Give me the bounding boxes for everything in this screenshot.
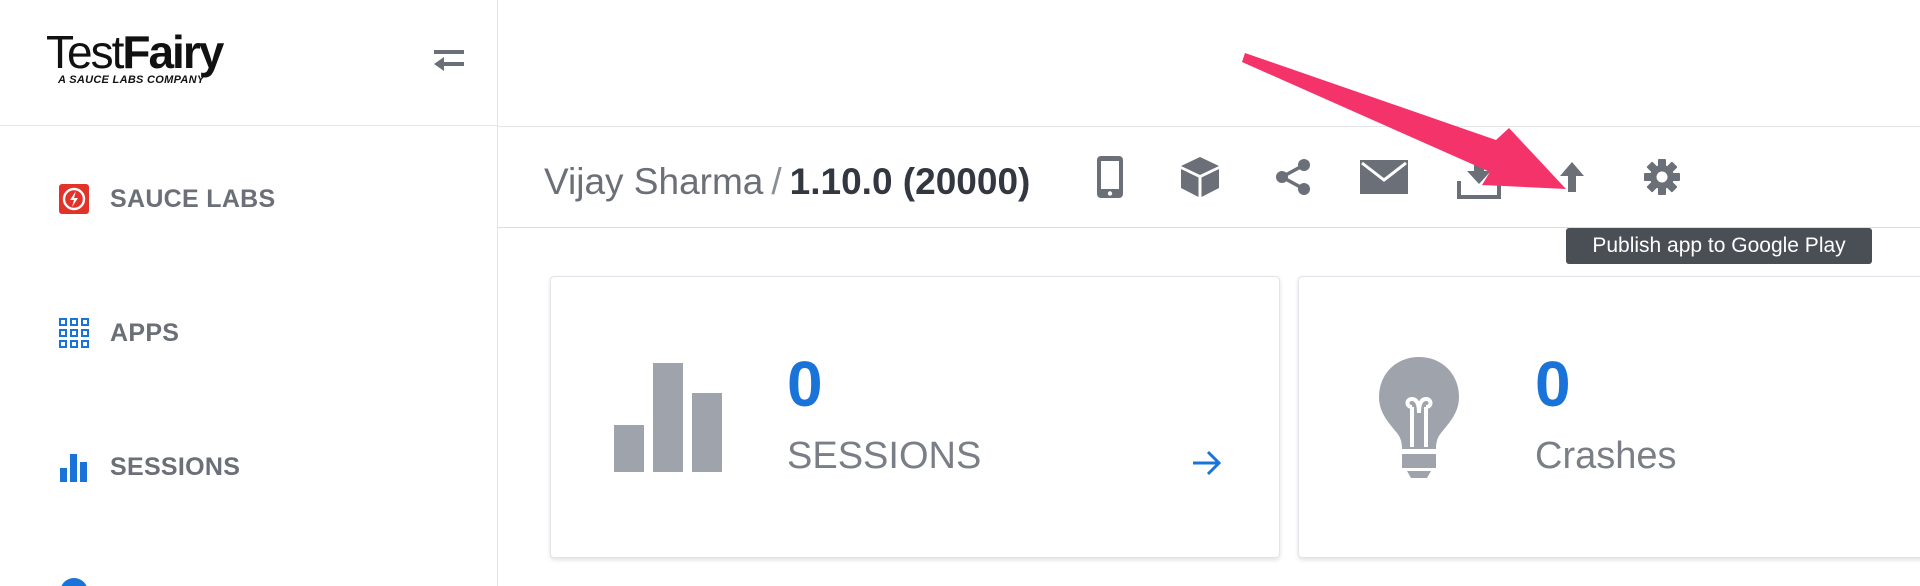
breadcrumb-version: 1.10.0 (20000) [789, 161, 1031, 202]
sessions-count: 0 [787, 348, 823, 420]
breadcrumb-owner[interactable]: Vijay Sharma [544, 161, 763, 202]
crashes-card[interactable]: 0 Crashes [1298, 276, 1920, 558]
build-package-button[interactable] [1172, 149, 1228, 205]
settings-button[interactable] [1634, 149, 1690, 205]
sidebar-item-label: APPS [110, 318, 180, 347]
sidebar-item-label: SESSIONS [110, 452, 241, 481]
crashes-count: 0 [1535, 348, 1571, 420]
sessions-card[interactable]: 0 SESSIONS [550, 276, 1280, 558]
collapse-arrow-icon [434, 50, 464, 71]
sidebar: TestFairy A SAUCE LABS COMPANY SAUCE LAB… [0, 0, 498, 586]
app-root: { "app": { "logo": { "brand_part1": "Tes… [0, 0, 1920, 586]
sidebar-item-sessions[interactable]: SESSIONS [58, 447, 240, 487]
apps-grid-icon [58, 317, 90, 349]
crashes-label: Crashes [1535, 435, 1677, 477]
share-button[interactable] [1265, 149, 1321, 205]
sidebar-item-apps[interactable]: APPS [58, 313, 179, 353]
download-button[interactable] [1451, 149, 1507, 205]
email-button[interactable] [1356, 149, 1412, 205]
logo-brand-part1: Test [46, 26, 124, 78]
app-header: Vijay Sharma/1.10.0 (20000) [498, 127, 1920, 228]
collapse-sidebar-button[interactable] [432, 44, 468, 80]
logo-brand-part2: Fairy [122, 26, 224, 78]
sidebar-item-partial-icon[interactable] [60, 578, 88, 586]
logo-area: TestFairy A SAUCE LABS COMPANY [0, 0, 498, 126]
publish-upload-icon [1560, 162, 1584, 192]
sidebar-item-label: SAUCE LABS [110, 184, 276, 213]
build-package-icon [1181, 157, 1219, 197]
share-icon [1276, 159, 1310, 195]
breadcrumb-separator: / [771, 161, 782, 202]
testfairy-logo[interactable]: TestFairy A SAUCE LABS COMPANY [46, 26, 224, 86]
download-icon [1457, 157, 1501, 199]
publish-tooltip: Publish app to Google Play [1566, 228, 1872, 264]
bar-chart-icon [613, 361, 725, 478]
arrow-right-icon[interactable] [1191, 449, 1223, 482]
devices-icon [1097, 156, 1123, 198]
sidebar-item-sauce-labs[interactable]: SAUCE LABS [58, 179, 276, 219]
sauce-labs-icon [58, 183, 90, 215]
breadcrumb: Vijay Sharma/1.10.0 (20000) [544, 161, 1030, 203]
logo-brand: TestFairy [46, 26, 224, 78]
sessions-label: SESSIONS [787, 435, 982, 477]
devices-button[interactable] [1082, 149, 1138, 205]
logo-subtitle: A SAUCE LABS COMPANY [58, 74, 205, 86]
top-bar [498, 0, 1920, 127]
email-icon [1360, 160, 1408, 194]
settings-gear-icon [1644, 159, 1680, 195]
sessions-chart-icon [58, 451, 90, 483]
publish-upload-button[interactable] [1544, 149, 1600, 205]
lightbulb-icon [1377, 355, 1461, 484]
